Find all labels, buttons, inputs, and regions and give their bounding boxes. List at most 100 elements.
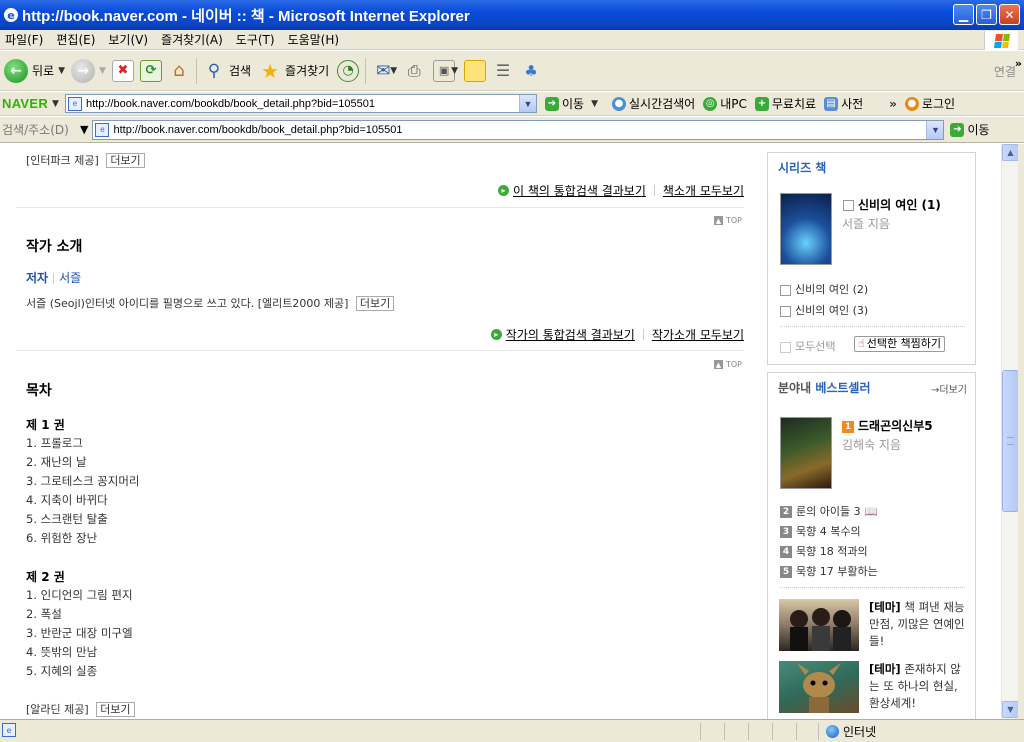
theme-thumbnail[interactable] (779, 661, 859, 713)
menu-view[interactable]: 보기(V) (103, 31, 156, 48)
bestseller-item[interactable]: 4 묵향 18 적과의 (780, 543, 868, 559)
author-intro-all-link[interactable]: 작가소개 모두보기 (652, 326, 744, 343)
series-item-checkbox[interactable] (780, 284, 791, 296)
author-more-button[interactable]: 더보기 (355, 296, 395, 311)
rank-badge: 1 (842, 420, 854, 433)
edit-dropdown-icon[interactable]: ▼ (451, 66, 458, 76)
menu-bar: 파일(F) 편집(E) 보기(V) 즐겨찾기(A) 도구(T) 도움말(H) (0, 30, 1024, 50)
toc-item: 4. 뜻밖의 만남 (26, 645, 98, 659)
rank-badge: 3 (780, 526, 792, 538)
minimize-button[interactable]: ▁ (953, 4, 974, 25)
home-icon[interactable]: ⌂ (168, 60, 190, 82)
bestseller-top-book[interactable]: 1 드래곤의신부5 (842, 417, 933, 434)
top-link[interactable]: ▲ TOP (713, 360, 742, 369)
address-go-button[interactable]: ➔ 이동 (950, 121, 990, 138)
bestseller-item[interactable]: 5 묵향 17 부활하는 (780, 563, 878, 579)
back-button[interactable]: ← 뒤로 (4, 58, 54, 83)
author-search-link[interactable]: 작가의 통합검색 결과보기 (506, 326, 635, 343)
menu-edit[interactable]: 편집(E) (51, 31, 103, 48)
theme-link[interactable]: [테마] 책 펴낸 재능만점, 끼많은 연예인들! (869, 599, 969, 650)
address-dropdown-icon[interactable]: ▼ (926, 120, 944, 139)
bestseller-title-prefix: 분야내 (778, 381, 812, 395)
free-treatment-label: 무료치료 (771, 97, 817, 111)
note-icon[interactable] (464, 59, 487, 82)
mail-dropdown-icon[interactable]: ▼ (390, 66, 397, 76)
messenger-icon[interactable]: ♣ (520, 60, 542, 82)
back-dropdown-icon[interactable]: ▼ (58, 66, 65, 76)
bookmark-selected-button-inner[interactable]: ☝ 선택한 책찜하기 (854, 336, 946, 352)
menu-help[interactable]: 도움말(H) (283, 31, 348, 48)
fantasy-creature-icon (797, 663, 841, 713)
bestseller-book-cover[interactable] (780, 417, 832, 489)
book-search-link[interactable]: 이 책의 통합검색 결과보기 (513, 182, 646, 199)
series-main-book[interactable]: 신비의 여인 (1) (843, 196, 941, 213)
login-button[interactable]: ● 로그인 (904, 95, 955, 112)
title-bar: e http://book.naver.com - 네이버 :: 책 - Mic… (0, 0, 1024, 30)
series-main-checkbox[interactable] (843, 200, 854, 211)
naver-search-input[interactable]: e http://book.naver.com/bookdb/book_deta… (64, 94, 537, 113)
address-history-icon[interactable]: ▼ (80, 123, 88, 136)
page-icon: e (67, 96, 82, 111)
my-pc-icon: ◎ (703, 96, 718, 111)
dictionary-button[interactable]: ▤ 사전 (824, 95, 863, 112)
top-label: TOP (725, 216, 742, 225)
restore-button[interactable]: ❐ (976, 4, 997, 25)
my-pc-button[interactable]: ◎ 내PC (703, 95, 747, 112)
naver-logo[interactable]: NAVER (0, 96, 48, 111)
more-button[interactable]: 더보기 (96, 702, 135, 717)
bookmark-selected-label: 선택한 책찜하기 (866, 337, 942, 350)
my-pc-label: 내PC (720, 97, 747, 111)
select-all-label: 모두선택 (795, 340, 836, 353)
naver-chevron-icon[interactable]: » (889, 97, 897, 111)
theme-link[interactable]: [테마] 존재하지 않는 또 하나의 현실, 환상세계! (869, 661, 969, 712)
bestseller-item[interactable]: 3 묵향 4 복수의 (780, 523, 861, 539)
toc-item: 1. 인디언의 그림 편지 (26, 588, 133, 602)
research-icon[interactable]: ☰ (492, 60, 514, 82)
more-button[interactable]: 더보기 (106, 153, 145, 168)
search-button[interactable]: ⚲ 검색 (203, 60, 251, 82)
theme-thumbnail[interactable] (779, 599, 859, 651)
select-all-checkbox[interactable] (780, 341, 791, 353)
refresh-icon[interactable]: ⟳ (139, 59, 162, 82)
history-icon[interactable]: ◔ (337, 59, 360, 82)
vertical-scrollbar[interactable]: ▲ ▼ (1001, 144, 1019, 719)
series-item-checkbox[interactable] (780, 305, 791, 317)
close-button[interactable]: ✕ (999, 4, 1020, 25)
series-item[interactable]: 신비의 여인 (2) (780, 281, 868, 297)
print-icon[interactable]: ⎙ (403, 60, 425, 82)
page-status-icon: e (2, 723, 16, 737)
bestseller-more-link[interactable]: →더보기 (931, 381, 967, 396)
free-treatment-button[interactable]: + 무료치료 (754, 95, 817, 112)
naver-url-dropdown-icon[interactable]: ▼ (518, 95, 536, 112)
go-dropdown-icon[interactable]: ▼ (591, 99, 598, 109)
provider-bottom-text: [알라딘 제공] (26, 703, 89, 716)
series-book-cover[interactable] (780, 193, 832, 265)
menu-tools[interactable]: 도구(T) (231, 31, 283, 48)
book-intro-all-link[interactable]: 책소개 모두보기 (663, 182, 744, 199)
top-link[interactable]: ▲ TOP (713, 216, 742, 225)
menu-file[interactable]: 파일(F) (0, 31, 51, 48)
scroll-up-icon[interactable]: ▲ (1002, 144, 1019, 161)
bestseller-item[interactable]: 2 룬의 아이들 3 📖 (780, 503, 878, 519)
menu-favorites[interactable]: 즐겨찾기(A) (156, 31, 231, 48)
status-divider (748, 723, 749, 740)
naver-go-button[interactable]: ➔ 이동 ▼ (544, 95, 604, 112)
realtime-search-button[interactable]: ● 실시간검색어 (611, 95, 695, 112)
naver-go-label: 이동 (561, 97, 585, 111)
favorites-button[interactable]: ★ 즐겨찾기 (259, 59, 329, 83)
series-item[interactable]: 신비의 여인 (3) (780, 302, 868, 318)
scroll-thumb[interactable] (1002, 370, 1019, 512)
bestseller-title-highlight: 베스트셀러 (815, 381, 871, 395)
forward-dropdown-icon[interactable]: ▼ (99, 66, 106, 76)
chevron-icon[interactable]: » (1015, 57, 1022, 70)
bookmark-selected-button[interactable]: ☝ 선택한 책찜하기 (854, 336, 946, 352)
scroll-down-icon[interactable]: ▼ (1002, 701, 1019, 718)
author-name-link[interactable]: 서즐 (59, 271, 81, 285)
naver-dropdown-icon[interactable]: ▼ (52, 99, 59, 109)
select-all-option[interactable]: 모두선택 (780, 338, 835, 354)
author-row: 저자 서즐 (26, 269, 81, 286)
stop-icon[interactable]: ✖ (111, 59, 134, 82)
address-input[interactable]: e http://book.naver.com/bookdb/book_deta… (92, 119, 945, 140)
forward-button[interactable]: → (71, 58, 96, 83)
links-label[interactable]: 연결» (994, 57, 1022, 80)
